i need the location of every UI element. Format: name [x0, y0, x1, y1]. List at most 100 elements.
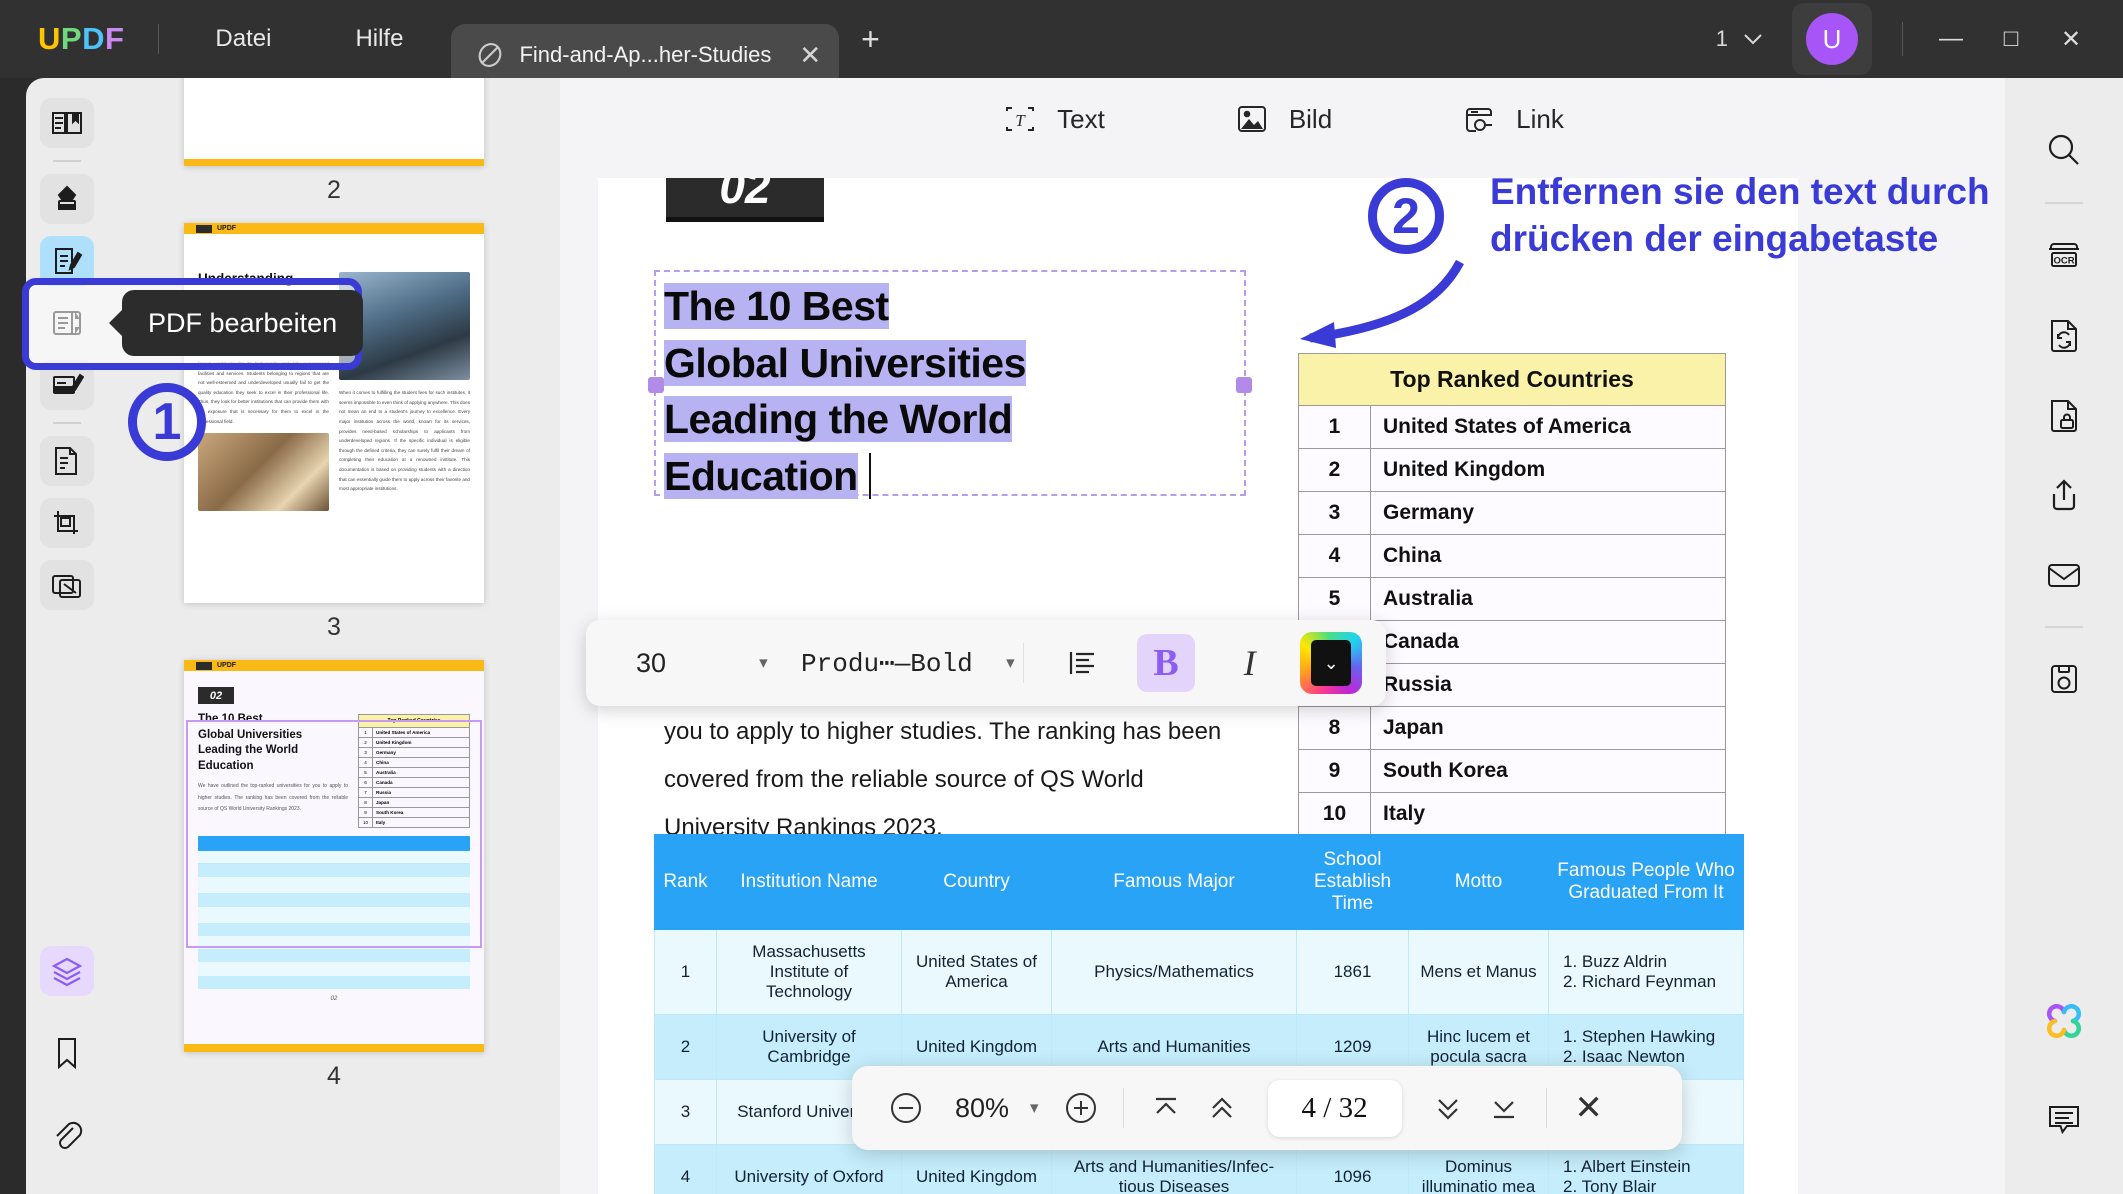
- thumb3-brand: UPDF: [217, 225, 236, 232]
- top-ranked-countries-table: Top Ranked Countries 1United States of A…: [1298, 353, 1726, 836]
- logo-letter-d: D: [82, 21, 105, 57]
- save-icon[interactable]: [2034, 650, 2094, 708]
- rail-separator-1: [53, 160, 81, 162]
- italic-button[interactable]: I: [1221, 634, 1279, 692]
- window-count: 1: [1716, 26, 1728, 52]
- font-size-chevron-down-icon[interactable]: ▾: [759, 653, 768, 673]
- convert-doc-icon[interactable]: [2034, 306, 2094, 364]
- headline-line-3: Leading the World: [664, 391, 1264, 448]
- table-row: 1United States of America: [1299, 406, 1726, 449]
- zoom-level[interactable]: 80%: [934, 1093, 1030, 1124]
- headline-line-4: Education: [664, 448, 1264, 505]
- table-row: 1 Massachusetts Institute of Technology …: [655, 930, 1744, 1015]
- window-controls: 1 U — □ ✕: [1700, 3, 2123, 75]
- logo-letter-f: F: [105, 21, 124, 57]
- pager-close-icon[interactable]: ✕: [1561, 1080, 1617, 1136]
- annotation-instruction: Entfernen sie den text durch drücken der…: [1490, 168, 2030, 263]
- table-row: 4 University of Oxford United Kingdom Ar…: [655, 1145, 1744, 1194]
- sidebar-bookmark-icon[interactable]: [40, 1028, 94, 1078]
- window-close-icon[interactable]: ✕: [2041, 13, 2101, 65]
- instruction-line-2: drücken der eingabetaste: [1490, 215, 2030, 262]
- menu-hilfe[interactable]: Hilfe: [333, 19, 425, 59]
- sidebar-crop-icon[interactable]: [40, 498, 94, 548]
- maximize-icon[interactable]: □: [1981, 13, 2041, 65]
- table-row: 9South Korea: [1299, 750, 1726, 793]
- minimize-icon[interactable]: —: [1921, 13, 1981, 65]
- toolbar-text-label: Text: [1057, 104, 1105, 135]
- table-row: 8Japan: [1299, 707, 1726, 750]
- resize-handle-left[interactable]: [648, 377, 664, 393]
- col-motto: Motto: [1409, 835, 1549, 930]
- ocr-icon[interactable]: OCR: [2034, 226, 2094, 284]
- right-rail-separator-1: [2045, 202, 2083, 204]
- ai-assistant-icon[interactable]: [2034, 992, 2094, 1050]
- headline-line-2: Global Universities: [664, 335, 1264, 392]
- table-row: 3Germany: [1299, 492, 1726, 535]
- table-row: 4China: [1299, 535, 1726, 578]
- step-marker-2: 2: [1368, 178, 1444, 254]
- col-rank: Rank: [655, 835, 717, 930]
- editable-headline[interactable]: The 10 Best Global Universities Leading …: [664, 278, 1264, 504]
- sidebar-reader-icon[interactable]: [40, 98, 94, 148]
- col-institution: Institution Name: [717, 835, 902, 930]
- bold-button[interactable]: B: [1137, 634, 1195, 692]
- text-box-icon: T: [1001, 100, 1039, 138]
- page-navigation-bar[interactable]: 80% ▾ 4 / 32 ✕: [852, 1066, 1682, 1150]
- font-family-chevron-down-icon[interactable]: ▾: [1006, 653, 1015, 673]
- thumbnail-selection-rect: [186, 720, 482, 948]
- sidebar-convert-icon[interactable]: [40, 436, 94, 486]
- page-thumbnail-panel[interactable]: 2 UPDF Understanding How To Apply Intern…: [108, 78, 560, 1194]
- bold-label: B: [1153, 641, 1178, 685]
- protect-doc-icon[interactable]: [2034, 386, 2094, 444]
- thumbnail-page-2[interactable]: 2: [184, 78, 484, 205]
- email-icon[interactable]: [2034, 546, 2094, 604]
- font-size-value[interactable]: 30: [610, 648, 759, 679]
- document-tab[interactable]: Find-and-Ap...her-Studies ✕: [451, 24, 839, 86]
- toolbar-bild[interactable]: Bild: [1233, 100, 1332, 138]
- zoom-in-button[interactable]: [1053, 1080, 1109, 1136]
- sidebar-annotate-icon[interactable]: [40, 174, 94, 224]
- col-country: Country: [902, 835, 1052, 930]
- sidebar-attachment-icon[interactable]: [40, 1110, 94, 1160]
- avatar-button[interactable]: U: [1792, 3, 1872, 75]
- sidebar-compare-icon[interactable]: [40, 560, 94, 610]
- share-icon[interactable]: [2034, 466, 2094, 524]
- image-icon: [1233, 100, 1271, 138]
- next-page-icon[interactable]: [1420, 1080, 1476, 1136]
- table-row: 2United Kingdom: [1299, 449, 1726, 492]
- font-family-value[interactable]: Produ⋯—Bold: [768, 648, 1006, 679]
- svg-text:T: T: [1015, 111, 1026, 130]
- prev-page-icon[interactable]: [1194, 1080, 1250, 1136]
- text-color-picker[interactable]: ⌄: [1300, 632, 1362, 694]
- pager-separator-2: [1546, 1088, 1547, 1128]
- page-indicator[interactable]: 4 / 32: [1268, 1080, 1402, 1137]
- align-left-icon[interactable]: [1054, 634, 1112, 692]
- section-badge: 02: [666, 178, 824, 222]
- document-paragraph: you to apply to higher studies. The rank…: [664, 708, 1224, 852]
- close-icon[interactable]: ✕: [799, 42, 821, 68]
- window-controls-divider: [1902, 22, 1903, 56]
- logo-letter-p: P: [61, 21, 82, 57]
- new-tab-button[interactable]: +: [861, 21, 880, 58]
- window-list-dropdown[interactable]: 1: [1700, 18, 1780, 60]
- search-icon[interactable]: [2034, 122, 2094, 180]
- toolbar-link[interactable]: Link: [1460, 100, 1564, 138]
- zoom-chevron-down-icon[interactable]: ▾: [1030, 1098, 1039, 1118]
- zoom-out-button[interactable]: [878, 1080, 934, 1136]
- thumbnail-label-2: 2: [184, 176, 484, 205]
- first-page-icon[interactable]: [1138, 1080, 1194, 1136]
- col-major: Famous Major: [1052, 835, 1297, 930]
- left-tool-rail: [26, 78, 108, 1194]
- thumbnail-page-4[interactable]: UPDF 02 The 10 Best Global Universities …: [184, 660, 484, 1091]
- avatar: U: [1806, 13, 1858, 65]
- headline-line-1: The 10 Best: [664, 278, 1264, 335]
- toolbar-text[interactable]: T Text: [1001, 100, 1105, 138]
- text-format-toolbar[interactable]: 30 ▾ Produ⋯—Bold ▾ B I ⌄: [586, 620, 1386, 706]
- thumb4-badge: 02: [198, 687, 234, 704]
- italic-label: I: [1244, 642, 1256, 684]
- last-page-icon[interactable]: [1476, 1080, 1532, 1136]
- thumb3-paragraph-2: When it comes to fulfilling the student …: [339, 388, 470, 494]
- sidebar-layers-icon[interactable]: [40, 946, 94, 996]
- menu-datei[interactable]: Datei: [193, 19, 293, 59]
- comment-icon[interactable]: [2034, 1090, 2094, 1148]
